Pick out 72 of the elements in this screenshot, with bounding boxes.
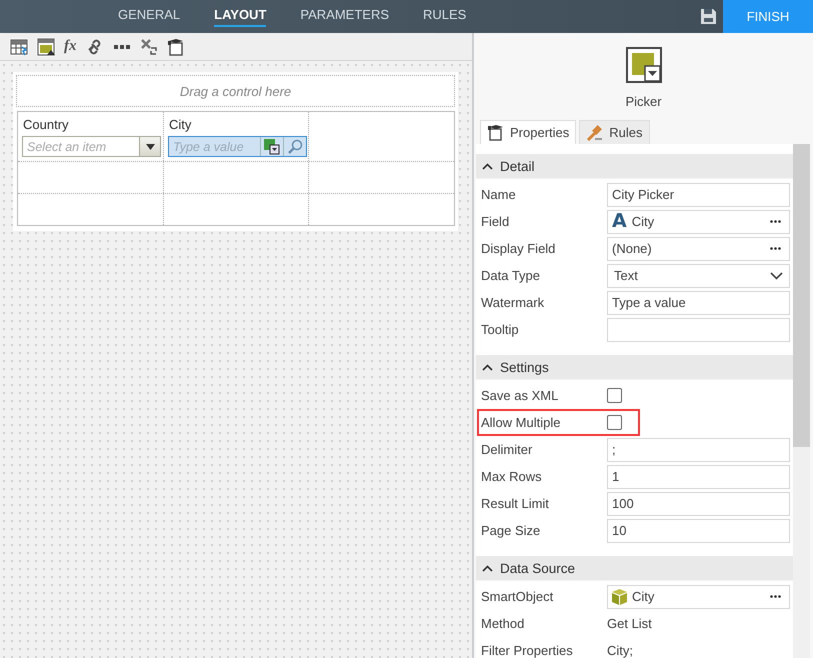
link-icon[interactable]	[86, 38, 104, 56]
lookup-field[interactable]: A City	[607, 210, 790, 234]
tab[interactable]: LAYOUT	[214, 0, 266, 27]
placeholder: Type a value	[172, 140, 245, 154]
property-label: Result Limit	[481, 496, 550, 511]
more-icon[interactable]	[770, 220, 781, 223]
function-button[interactable]: fx	[64, 38, 76, 55]
field-value: City	[632, 214, 656, 229]
property-label: Field	[481, 214, 510, 229]
tab[interactable]: Properties	[480, 120, 576, 144]
list-icon[interactable]	[264, 138, 280, 154]
input-field[interactable]: 1	[607, 464, 790, 488]
checkbox[interactable]	[607, 388, 622, 403]
section-header[interactable]: Settings	[476, 355, 793, 380]
input-field[interactable]: City Picker	[607, 182, 790, 206]
property-label: Method	[481, 616, 526, 631]
property-label: Page Size	[481, 523, 542, 538]
property-label: Name	[481, 187, 517, 202]
caret-icon[interactable]	[146, 144, 154, 150]
form-icon[interactable]	[37, 38, 55, 56]
input-field[interactable]: ;	[607, 438, 790, 462]
property-label: Filter Properties	[481, 643, 574, 658]
chevron-down-icon[interactable]	[770, 272, 783, 280]
field-value: Text	[613, 268, 639, 283]
field-value: City	[632, 589, 656, 604]
placeholder: Select an item	[26, 140, 108, 154]
field-value: (None)	[612, 241, 653, 256]
section-header[interactable]: Detail	[476, 154, 793, 179]
field-label: City	[169, 117, 192, 132]
table-icon[interactable]	[10, 38, 28, 56]
more-icon[interactable]	[770, 595, 781, 598]
property-label: Allow Multiple	[481, 415, 562, 430]
scrollbar[interactable]	[793, 144, 810, 658]
save-icon[interactable]	[700, 8, 717, 25]
section-header[interactable]: Data Source	[476, 556, 793, 581]
tab[interactable]: Rules	[579, 120, 650, 144]
collapse-icon	[482, 364, 493, 370]
gavel-icon	[586, 124, 604, 141]
property-label: Max Rows	[481, 469, 543, 484]
property-label: Data Type	[481, 268, 542, 283]
tab[interactable]: PARAMETERS	[300, 0, 389, 27]
input-field[interactable]: Type a value	[607, 290, 790, 314]
select-field[interactable]: Text	[607, 264, 790, 288]
tools-icon[interactable]	[140, 38, 158, 56]
field-label: Country	[23, 117, 70, 132]
board-icon[interactable]	[166, 38, 184, 56]
tab[interactable]: RULES	[423, 0, 466, 27]
tab[interactable]: GENERAL	[118, 0, 180, 27]
collapse-icon	[482, 564, 493, 572]
input-field[interactable]: 10	[607, 518, 790, 542]
control-type-label: Picker	[625, 94, 662, 109]
collapse-icon	[482, 162, 493, 170]
lookup-field[interactable]: City	[607, 584, 790, 608]
property-label: Delimiter	[481, 442, 534, 457]
property-value: Get List	[607, 616, 652, 631]
search-icon[interactable]	[287, 138, 303, 154]
input-field[interactable]	[607, 318, 790, 342]
property-label: Display Field	[481, 241, 556, 256]
input-field[interactable]: 100	[607, 492, 790, 516]
board-icon	[487, 124, 504, 141]
lookup-field[interactable]: (None)	[607, 236, 790, 260]
field-type-glyph: A	[612, 212, 627, 231]
property-label: Watermark	[481, 295, 546, 310]
property-label: Save as XML	[481, 388, 560, 403]
more-icon[interactable]	[770, 247, 781, 250]
property-label: SmartObject	[481, 589, 554, 604]
property-label: Tooltip	[481, 322, 520, 337]
checkbox[interactable]	[607, 415, 622, 430]
property-value: City;	[607, 643, 633, 658]
cube-icon	[612, 588, 627, 604]
picker-icon	[626, 47, 662, 83]
drop-zone: Drag a control here	[16, 75, 455, 107]
